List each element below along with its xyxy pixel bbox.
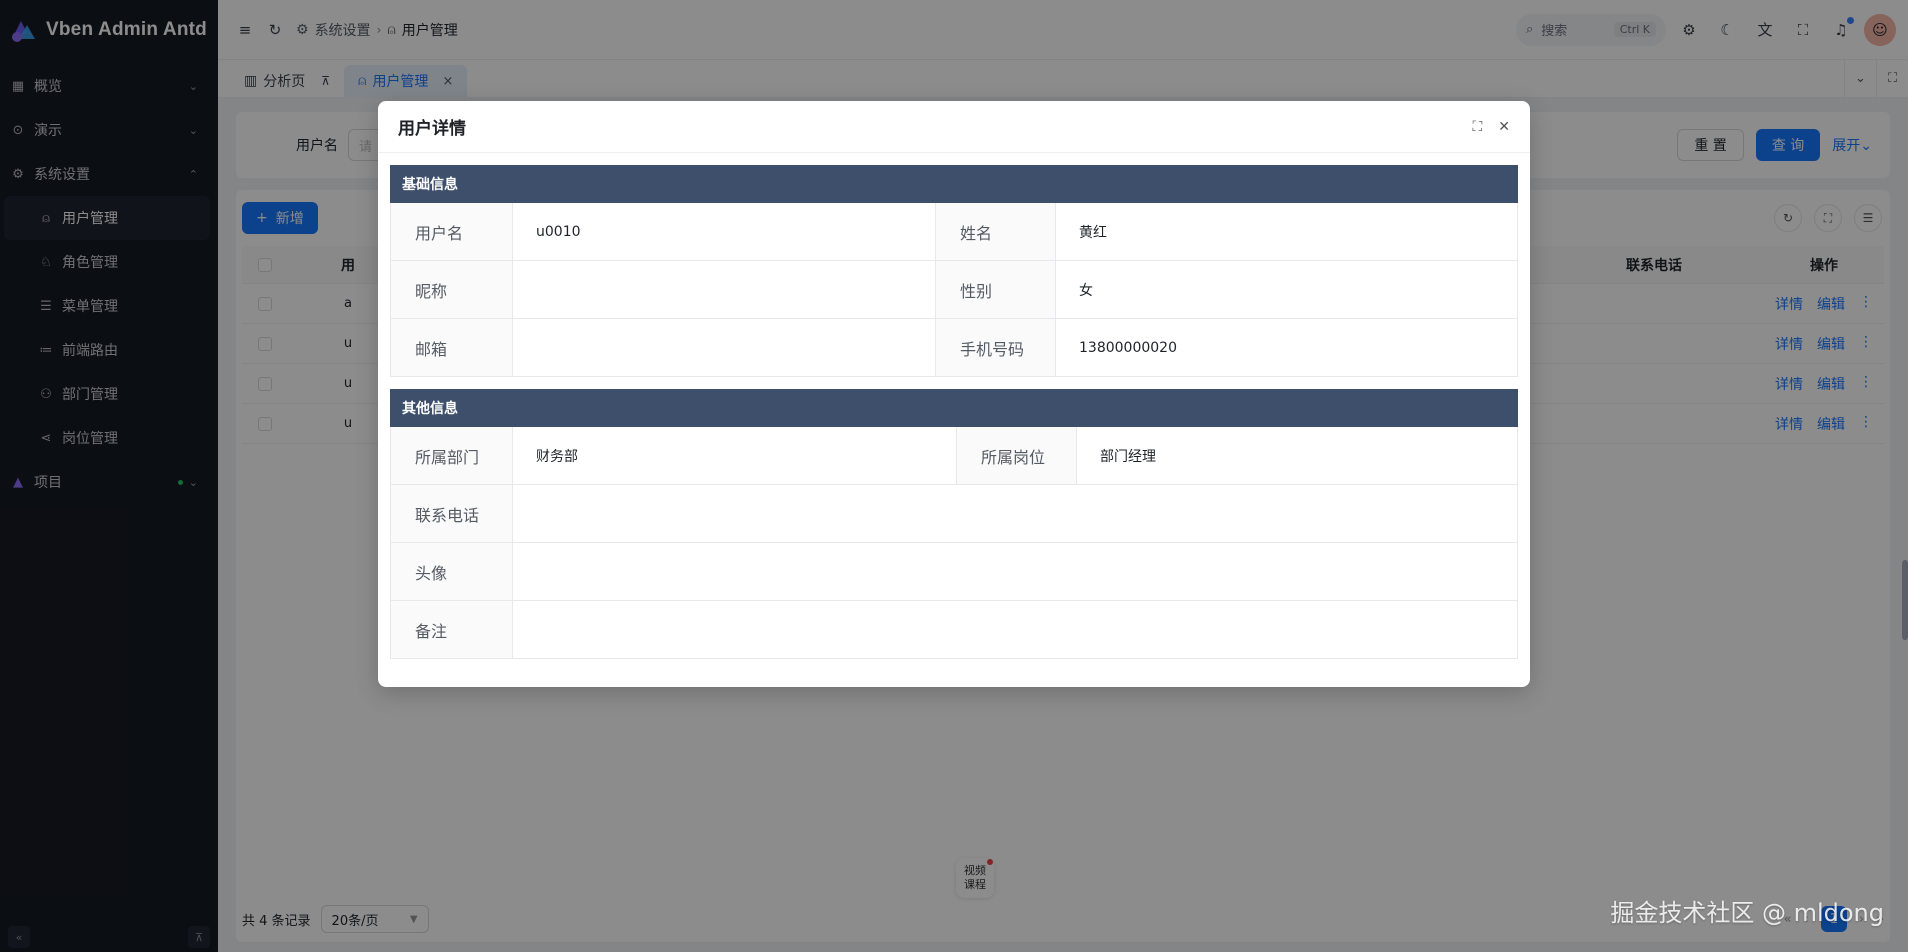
- basic-info-table: 用户名 u0010 姓名 黄红 昵称 性别 女 邮箱 手机号码 13800000…: [390, 203, 1518, 377]
- field-value: [513, 543, 1517, 600]
- field-value: 13800000020: [1079, 339, 1177, 356]
- field-label: 邮箱: [391, 319, 513, 376]
- modal-title: 用户详情: [398, 119, 466, 139]
- field-label: 手机号码: [936, 319, 1056, 376]
- field-value: 黄红: [1079, 224, 1107, 241]
- field-label: 姓名: [936, 203, 1056, 260]
- user-detail-modal: 用户详情 ⛶ ✕ 基础信息 用户名 u0010 姓名 黄红 昵称 性别 女 邮箱: [378, 101, 1530, 687]
- field-value: [513, 319, 936, 376]
- watermark-text: 掘金技术社区 @ mldong: [1610, 899, 1884, 927]
- field-label: 头像: [391, 543, 513, 600]
- field-value: 女: [1079, 282, 1093, 299]
- maximize-icon[interactable]: ⛶: [1472, 119, 1482, 135]
- other-info-table: 所属部门 财务部 所属岗位 部门经理 联系电话 头像 备注: [390, 427, 1518, 659]
- field-label: 昵称: [391, 261, 513, 318]
- field-label: 用户名: [391, 203, 513, 260]
- field-value: 部门经理: [1100, 448, 1156, 465]
- section-title-basic: 基础信息: [390, 165, 1518, 203]
- field-value: [513, 485, 1517, 542]
- field-value: u0010: [513, 203, 936, 260]
- field-label: 联系电话: [391, 485, 513, 542]
- scrollbar-thumb[interactable]: [1902, 560, 1908, 640]
- field-label: 备注: [391, 601, 513, 658]
- close-icon[interactable]: ✕: [1498, 119, 1510, 135]
- field-label: 性别: [936, 261, 1056, 318]
- field-label: 所属部门: [391, 427, 513, 484]
- field-value: [513, 601, 1517, 658]
- field-label: 所属岗位: [957, 427, 1077, 484]
- field-value: 财务部: [513, 427, 957, 484]
- section-title-other: 其他信息: [390, 389, 1518, 427]
- field-value: [513, 261, 936, 318]
